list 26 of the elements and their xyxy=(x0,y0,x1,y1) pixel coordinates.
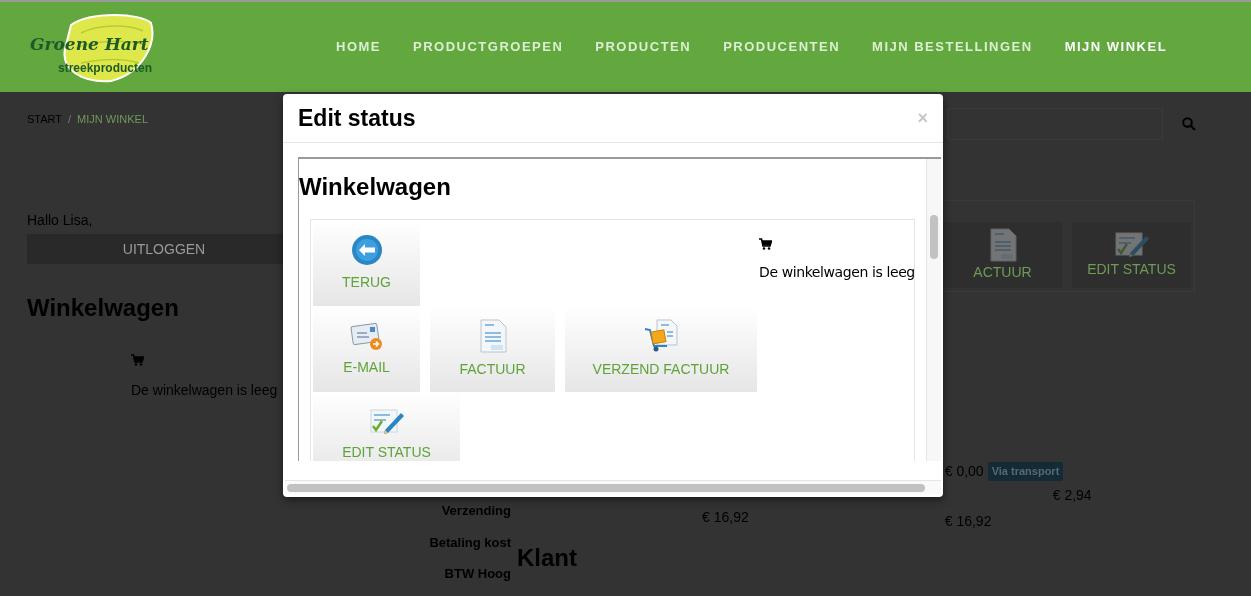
nav-link[interactable]: HOME xyxy=(336,37,381,57)
action-tile[interactable]: EDIT STATUS xyxy=(1072,222,1191,288)
invoice-icon xyxy=(477,318,508,353)
edit-pencil-icon xyxy=(368,407,405,436)
nav-link[interactable]: MIJN WINKEL xyxy=(1064,37,1168,57)
invoice-icon xyxy=(987,227,1018,262)
nav-link[interactable]: MIJN BESTELLINGEN xyxy=(872,37,1033,57)
modal-title: Edit status xyxy=(298,103,416,133)
shipping-badge: Via transport xyxy=(987,462,1064,481)
nav-link[interactable]: PRODUCENTEN xyxy=(723,37,841,57)
vertical-scrollbar[interactable] xyxy=(926,159,941,461)
breadcrumb-separator: / xyxy=(68,111,72,127)
nav-link[interactable]: PRODUCTGROEPEN xyxy=(413,37,564,57)
cart-icon xyxy=(131,354,144,366)
edit-pencil-icon xyxy=(1113,230,1150,259)
cart-with-parcel-icon xyxy=(643,318,679,353)
frame-heading: Winkelwagen xyxy=(299,172,452,202)
envelope-icon xyxy=(349,320,384,351)
nav-link[interactable]: PRODUCTEN xyxy=(595,37,692,57)
action-tile[interactable]: ACTUUR xyxy=(943,222,1062,288)
cart-icon xyxy=(759,238,772,250)
empty-cart-message: De winkelwagen is leeg xyxy=(759,263,914,282)
search-icon[interactable] xyxy=(1182,117,1196,131)
close-button[interactable]: × xyxy=(917,109,928,127)
breadcrumb-current: MIJN WINKEL xyxy=(77,111,148,127)
horizontal-scrollbar[interactable] xyxy=(285,480,941,494)
